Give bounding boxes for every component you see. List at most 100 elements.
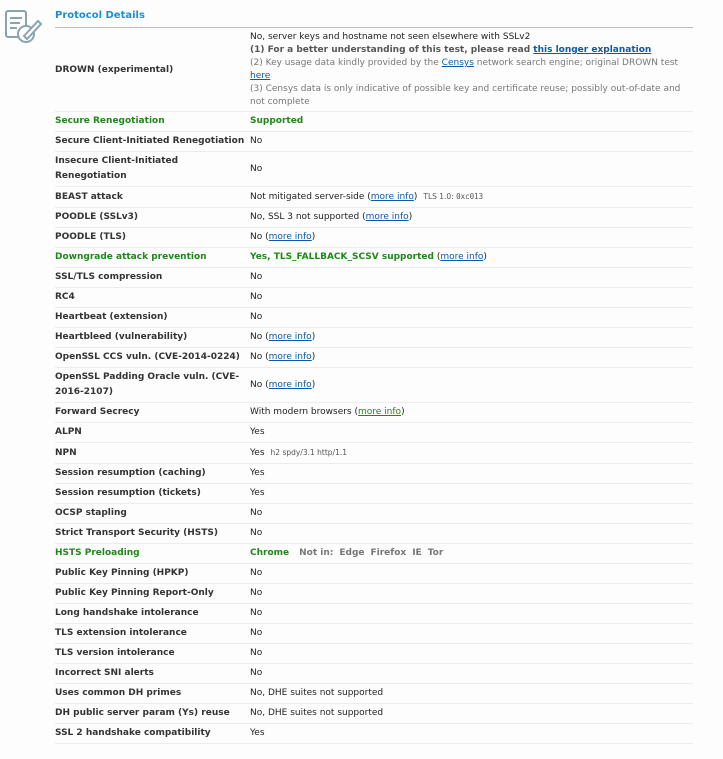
value-text: ): [408, 212, 413, 222]
row-value: No: [250, 563, 693, 584]
preload-not-in: Not in: Edge Firefox IE Tor: [299, 548, 449, 558]
drown-note1: (1) For a better understanding of this t…: [250, 45, 534, 55]
drown-result: No, server keys and hostname not seen el…: [250, 32, 531, 42]
table-row: Long handshake intolerance No: [55, 603, 693, 624]
table-row: Public Key Pinning Report-Only No: [55, 583, 693, 604]
table-row: SSL 2 handshake compatibility Yes: [55, 723, 693, 744]
preload-browser: Chrome: [250, 548, 290, 558]
value-text: No (: [250, 379, 269, 390]
row-value: Supported: [250, 111, 693, 132]
row-value: Yes, TLS_FALLBACK_SCSV supported (more i…: [250, 247, 693, 268]
row-value: No: [250, 523, 693, 544]
row-value: No: [250, 151, 693, 187]
table-row: HSTS Preloading Chrome Not in: Edge Firefox…: [55, 543, 693, 564]
row-label: Session resumption (tickets): [55, 483, 250, 504]
row-label: Session resumption (caching): [55, 463, 250, 484]
row-label: Secure Renegotiation: [55, 111, 250, 132]
row-value: No: [250, 603, 693, 624]
more-info-link[interactable]: more info: [440, 252, 483, 262]
table-row: POODLE (SSLv3) No, SSL 3 not supported (…: [55, 207, 693, 228]
value-text: Yes: [250, 448, 265, 458]
row-label: Secure Client-Initiated Renegotiation: [55, 131, 250, 152]
row-label: Uses common DH primes: [55, 683, 250, 704]
row-value: No: [250, 623, 693, 644]
value-text: ): [483, 252, 487, 262]
row-label: Forward Secrecy: [55, 402, 250, 423]
table-row: OpenSSL Padding Oracle vuln. (CVE-2016-2…: [55, 367, 693, 403]
row-value: No (more info): [250, 367, 693, 403]
table-row: Heartbleed (vulnerability) No (more info…: [55, 327, 693, 348]
section-title: Protocol Details: [55, 10, 693, 28]
row-value: No (more info): [250, 327, 693, 348]
more-info-link[interactable]: more info: [269, 332, 312, 342]
longer-explanation-link[interactable]: this longer explanation: [533, 45, 651, 55]
row-value: No, DHE suites not supported: [250, 703, 693, 724]
table-row: OCSP stapling No: [55, 503, 693, 524]
table-row: Downgrade attack prevention Yes, TLS_FAL…: [55, 247, 693, 268]
table-row: Uses common DH primes No, DHE suites not…: [55, 683, 693, 704]
table-row: TLS extension intolerance No: [55, 623, 693, 644]
row-value: No: [250, 663, 693, 684]
more-info-link[interactable]: more info: [269, 380, 312, 390]
censys-link[interactable]: Censys: [442, 58, 474, 68]
value-text: ): [311, 379, 316, 390]
value-text: No (: [250, 232, 269, 242]
table-row: Incorrect SNI alerts No: [55, 663, 693, 684]
table-row: RC4 No: [55, 287, 693, 308]
drown-note2: (2) Key usage data kindly provided by th…: [250, 58, 442, 68]
row-value: No, DHE suites not supported: [250, 683, 693, 704]
row-value: No (more info): [250, 227, 693, 248]
row-value: No: [250, 131, 693, 152]
row-label: Strict Transport Security (HSTS): [55, 523, 250, 544]
row-value: No, SSL 3 not supported (more info): [250, 207, 693, 228]
row-label: SSL 2 handshake compatibility: [55, 723, 250, 744]
row-value: No: [250, 287, 693, 308]
table-row: Heartbeat (extension) No: [55, 307, 693, 328]
not-in-label: Not in:: [299, 548, 334, 558]
value-text: No (: [250, 332, 269, 342]
row-label: TLS version intolerance: [55, 643, 250, 664]
more-info-link[interactable]: more info: [269, 232, 312, 242]
row-label: POODLE (SSLv3): [55, 207, 250, 228]
more-info-link[interactable]: more info: [366, 212, 409, 222]
table-row: Forward Secrecy With modern browsers (mo…: [55, 402, 693, 423]
more-info-link[interactable]: more info: [358, 407, 401, 417]
row-value: Yes: [250, 483, 693, 504]
table-row: TLS version intolerance No: [55, 643, 693, 664]
browser-name: Firefox: [370, 548, 407, 558]
row-label: POODLE (TLS): [55, 227, 250, 248]
row-label: RC4: [55, 287, 250, 308]
browser-name: Edge: [339, 548, 365, 558]
row-value: Yes h2 spdy/3.1 http/1.1: [250, 442, 693, 464]
table-row: DH public server param (Ys) reuse No, DH…: [55, 703, 693, 724]
npn-protocols: h2 spdy/3.1 http/1.1: [270, 448, 347, 457]
table-row: Insecure Client-Initiated Renegotiation …: [55, 151, 693, 187]
row-label: Long handshake intolerance: [55, 603, 250, 624]
row-label: Public Key Pinning Report-Only: [55, 583, 250, 604]
table-row: OpenSSL CCS vuln. (CVE-2014-0224) No (mo…: [55, 347, 693, 368]
value-text: No, SSL 3 not supported (: [250, 212, 366, 222]
table-row: Strict Transport Security (HSTS) No: [55, 523, 693, 544]
more-info-link[interactable]: more info: [269, 352, 312, 362]
row-value: No (more info): [250, 347, 693, 368]
row-label: Incorrect SNI alerts: [55, 663, 250, 684]
more-info-link[interactable]: more info: [371, 192, 414, 202]
value-text: ): [311, 332, 316, 342]
row-value: No, server keys and hostname not seen el…: [250, 29, 693, 112]
beast-detail-label: TLS 1.0:: [423, 192, 457, 201]
protocol-settings-icon: [4, 9, 44, 45]
row-value: No: [250, 643, 693, 664]
beast-cipher-code: 0xc013: [456, 192, 484, 201]
value-text: ): [311, 232, 316, 242]
value-text: ): [401, 407, 405, 417]
table-row: NPN Yes h2 spdy/3.1 http/1.1: [55, 442, 693, 464]
row-label: OCSP stapling: [55, 503, 250, 524]
row-value: Yes: [250, 422, 693, 443]
row-value: With modern browsers (more info): [250, 402, 693, 423]
row-value: No: [250, 583, 693, 604]
row-label: NPN: [55, 442, 250, 464]
drown-test-link[interactable]: here: [250, 71, 270, 81]
drown-note3: (3) Censys data is only indicative of po…: [250, 84, 681, 107]
table-row: Public Key Pinning (HPKP) No: [55, 563, 693, 584]
row-value: No: [250, 503, 693, 524]
